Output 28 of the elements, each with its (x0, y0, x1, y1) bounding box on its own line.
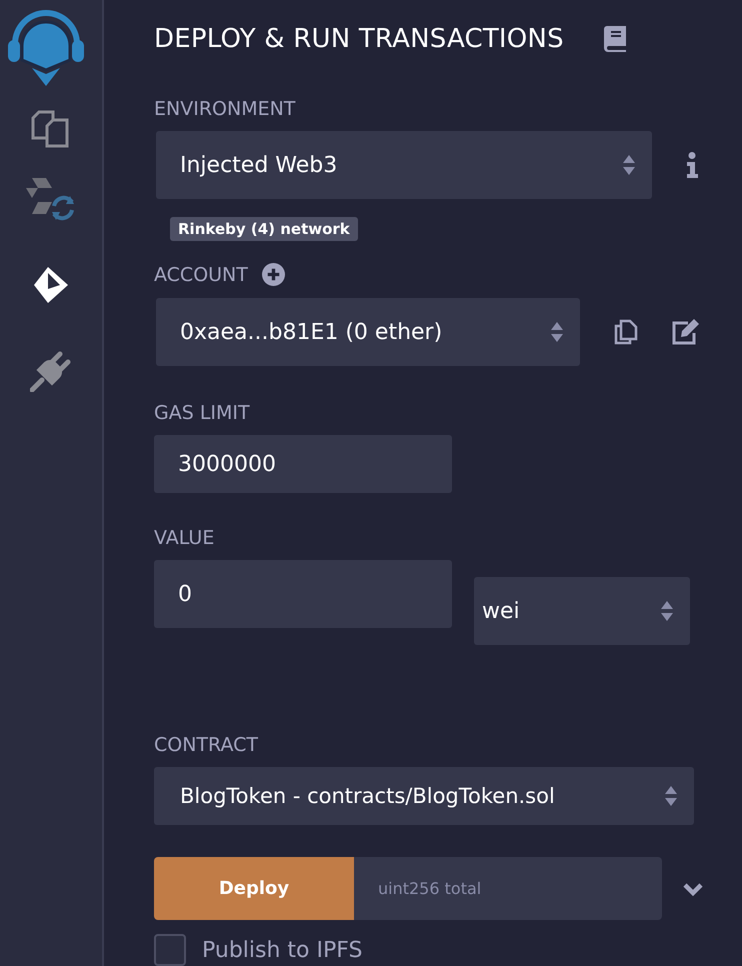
chevron-down-icon[interactable] (682, 882, 704, 896)
network-badge: Rinkeby (4) network (170, 217, 358, 241)
value-input[interactable]: 0 (154, 560, 452, 628)
book-icon[interactable] (604, 26, 626, 52)
panel-title: DEPLOY & RUN TRANSACTIONS (154, 24, 564, 54)
field-label: ENVIRONMENT (154, 98, 296, 120)
field-label: GAS LIMIT (154, 402, 250, 424)
copy-icon[interactable] (614, 319, 638, 345)
field-label: ACCOUNT (154, 264, 248, 286)
plus-icon[interactable] (262, 263, 285, 286)
publish-label: Publish to IPFS (202, 938, 362, 962)
edit-icon[interactable] (672, 319, 700, 345)
sort-icon (664, 784, 678, 808)
constructor-args-input[interactable]: uint256 total (354, 857, 662, 920)
info-icon[interactable] (686, 152, 698, 178)
contract-select[interactable]: BlogToken - contracts/BlogToken.sol (154, 767, 694, 825)
unit-select[interactable]: wei (474, 577, 690, 645)
sort-icon (550, 320, 564, 344)
gas-limit-input[interactable]: 3000000 (154, 435, 452, 493)
plug-icon[interactable] (30, 350, 72, 392)
account-select[interactable]: 0xaea...b81E1 (0 ether) (156, 298, 580, 366)
publish-checkbox[interactable] (154, 934, 186, 966)
field-label: CONTRACT (154, 734, 258, 756)
environment-select[interactable]: Injected Web3 (156, 131, 652, 199)
field-label: VALUE (154, 527, 214, 549)
files-icon[interactable] (31, 108, 71, 148)
sort-icon (660, 599, 674, 623)
sort-icon (622, 153, 636, 177)
